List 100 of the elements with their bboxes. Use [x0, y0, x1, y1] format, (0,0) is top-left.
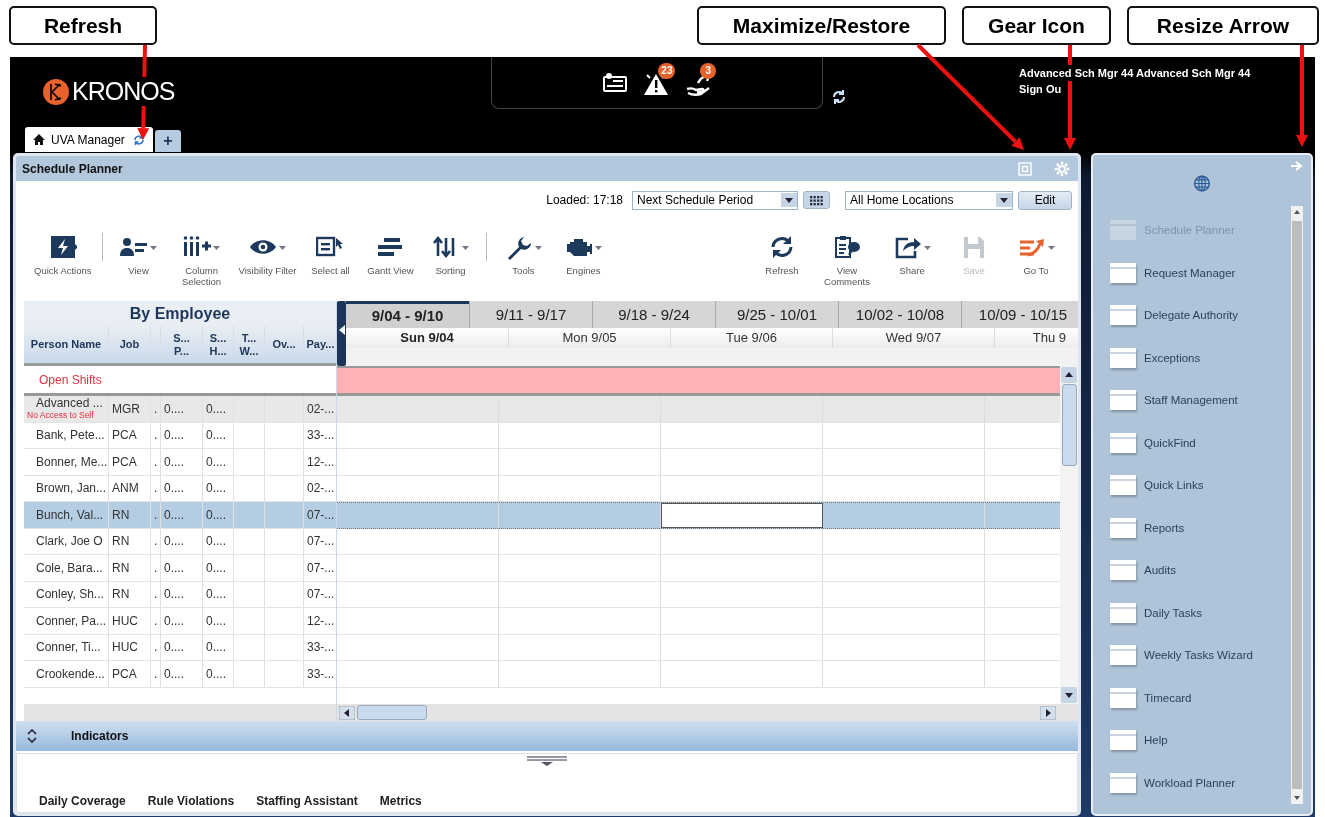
- table-cell: 0....: [160, 422, 202, 448]
- column-header[interactable]: S... H...: [202, 326, 233, 363]
- table-cell-text: Bonner, Me...: [35, 453, 108, 471]
- engine-tool-button[interactable]: Engines: [557, 233, 610, 276]
- locations-dropdown[interactable]: All Home Locations: [845, 190, 1013, 210]
- employee-row[interactable]: Bank, Pete... PCA . 0.... 0.... 33-...: [24, 422, 336, 449]
- table-cell: 0....: [202, 555, 233, 581]
- arrow-lines-tool-button[interactable]: Go To: [1010, 233, 1062, 287]
- table-cell: .: [150, 634, 160, 660]
- sidebar-item[interactable]: Daily Tasks: [1109, 591, 1291, 634]
- share-tool-button[interactable]: Share: [886, 233, 938, 287]
- sidebar-item[interactable]: Staff Management: [1109, 379, 1291, 422]
- table-cell: 0....: [202, 396, 233, 422]
- table-cell: 0....: [160, 475, 202, 501]
- comment-clipboard-tool-button[interactable]: View Comments: [818, 233, 876, 287]
- sidebar-item[interactable]: Delegate Authority: [1109, 294, 1291, 337]
- indicators-title: Indicators: [71, 729, 129, 743]
- count-badge: 23: [658, 63, 676, 79]
- callout-label: Resize Arrow: [1127, 6, 1319, 45]
- loaded-time: Loaded: 17:18: [546, 193, 623, 207]
- table-cell: 0....: [202, 422, 233, 448]
- user-name: Advanced Sch Mgr 44 Advanced Sch Mgr 44: [1019, 65, 1251, 81]
- table-cell: 0....: [202, 608, 233, 634]
- sidebar-item[interactable]: Weekly Tasks Wizard: [1109, 634, 1291, 677]
- table-cell-text: Brown, Jan...: [35, 480, 108, 498]
- callout-label: Refresh: [9, 6, 157, 45]
- table-cell: .: [150, 581, 160, 607]
- indicator-tab[interactable]: Daily Coverage: [39, 794, 126, 808]
- select-all-tool-button[interactable]: Select all: [304, 233, 357, 276]
- table-cell: .: [150, 475, 160, 501]
- table-cell: 0....: [202, 528, 233, 554]
- sidebar-item[interactable]: Quick Links: [1109, 464, 1291, 507]
- count-badge: 3: [700, 63, 717, 79]
- week-tab[interactable]: 9/04 - 9/10: [346, 301, 469, 328]
- refresh-tool-button[interactable]: Refresh: [756, 233, 808, 287]
- employee-row[interactable]: Crookende... PCA . 0.... 0.... 33-...: [24, 661, 336, 688]
- access-note: No Access to Self: [27, 410, 94, 421]
- sidebar-item[interactable]: QuickFind: [1109, 421, 1291, 464]
- table-cell-text: Conner, Pa...: [35, 612, 108, 630]
- table-title: By Employee: [24, 301, 336, 326]
- table-cell: .: [150, 449, 160, 475]
- columns-plus-tool-button[interactable]: Column Selection: [172, 233, 231, 287]
- employee-row[interactable]: Clark, Joe O RN . 0.... 0.... 07-...: [24, 528, 336, 555]
- sidebar-item[interactable]: Timecard: [1109, 676, 1291, 719]
- indicator-tab[interactable]: Staffing Assistant: [256, 794, 358, 808]
- sidebar-item[interactable]: Reports: [1109, 506, 1291, 549]
- employee-row[interactable]: Brown, Jan... ANM . 0.... 0.... 02-...: [24, 475, 336, 502]
- table-cell: RN: [108, 555, 150, 581]
- employee-row[interactable]: Bonner, Me... PCA . 0.... 0.... 12-...: [24, 449, 336, 476]
- indicator-tab[interactable]: Rule Violations: [147, 794, 235, 808]
- open-shifts-label: Open Shifts: [39, 372, 102, 387]
- table-cell: 0....: [202, 581, 233, 607]
- table-cell: RN: [108, 528, 150, 554]
- wrench-tool-button[interactable]: Tools: [497, 233, 550, 276]
- sidebar-item[interactable]: Request Manager: [1109, 251, 1291, 294]
- table-cell: 0....: [160, 555, 202, 581]
- table-cell: 0....: [202, 661, 233, 687]
- table-cell-text: Cole, Bara...: [35, 559, 104, 577]
- table-cell: 0....: [160, 661, 202, 687]
- eye-tool-button[interactable]: Visibility Filter: [238, 233, 297, 276]
- employee-row[interactable]: Conley, Sh... RN . 0.... 0.... 07-...: [24, 581, 336, 608]
- sort-arrows-tool-button[interactable]: Sorting: [424, 233, 477, 276]
- person-list-tool-button[interactable]: View: [112, 233, 165, 276]
- column-header[interactable]: Person Name: [24, 326, 108, 363]
- table-cell: 0....: [160, 634, 202, 660]
- table-cell: 0....: [202, 475, 233, 501]
- sidebar-item[interactable]: Audits: [1109, 549, 1291, 592]
- table-cell: .: [150, 608, 160, 634]
- workspace-tab[interactable]: UVA Manager: [25, 127, 153, 152]
- gantt-bars-tool-button[interactable]: Gantt View: [364, 233, 417, 276]
- column-header[interactable]: Ov...: [264, 326, 303, 363]
- edit-button[interactable]: Edit: [1018, 190, 1072, 210]
- add-tab-button[interactable]: +: [155, 130, 181, 152]
- column-header[interactable]: S... P...: [160, 326, 202, 363]
- employee-row[interactable]: Cole, Bara... RN . 0.... 0.... 07-...: [24, 555, 336, 582]
- lightning-tool-button[interactable]: Quick Actions: [34, 233, 92, 276]
- table-cell: ANM: [108, 475, 150, 501]
- day-header[interactable]: Sun 9/04: [346, 328, 508, 348]
- table-cell: 0....: [160, 449, 202, 475]
- sidebar-item[interactable]: Exceptions: [1109, 336, 1291, 379]
- column-header[interactable]: T... W...: [233, 326, 264, 363]
- table-cell: HUC: [108, 608, 150, 634]
- callout-label: Gear Icon: [962, 6, 1111, 45]
- employee-row[interactable]: Bunch, Val... RN . 0.... 0.... 07-...: [24, 502, 336, 529]
- table-cell: HUC: [108, 634, 150, 660]
- employee-row[interactable]: Conner, Ti... HUC . 0.... 0.... 33-...: [24, 634, 336, 661]
- period-dropdown[interactable]: Next Schedule Period: [632, 190, 798, 210]
- sidebar-item[interactable]: Help: [1109, 719, 1291, 762]
- table-cell: 0....: [202, 502, 233, 528]
- person-name: Advanced ...: [35, 397, 103, 411]
- callout-label: Maximize/Restore: [697, 6, 946, 45]
- table-cell-text: Conner, Ti...: [35, 639, 102, 657]
- sidebar-item[interactable]: Workload Planner: [1109, 761, 1291, 804]
- table-cell: .: [150, 555, 160, 581]
- column-header[interactable]: Job: [108, 326, 150, 363]
- table-cell: 0....: [160, 608, 202, 634]
- table-cell: 0....: [160, 396, 202, 422]
- indicator-tab[interactable]: Metrics: [379, 794, 422, 808]
- employee-row[interactable]: Conner, Pa... HUC . 0.... 0.... 12-...: [24, 608, 336, 635]
- table-cell: 0....: [160, 528, 202, 554]
